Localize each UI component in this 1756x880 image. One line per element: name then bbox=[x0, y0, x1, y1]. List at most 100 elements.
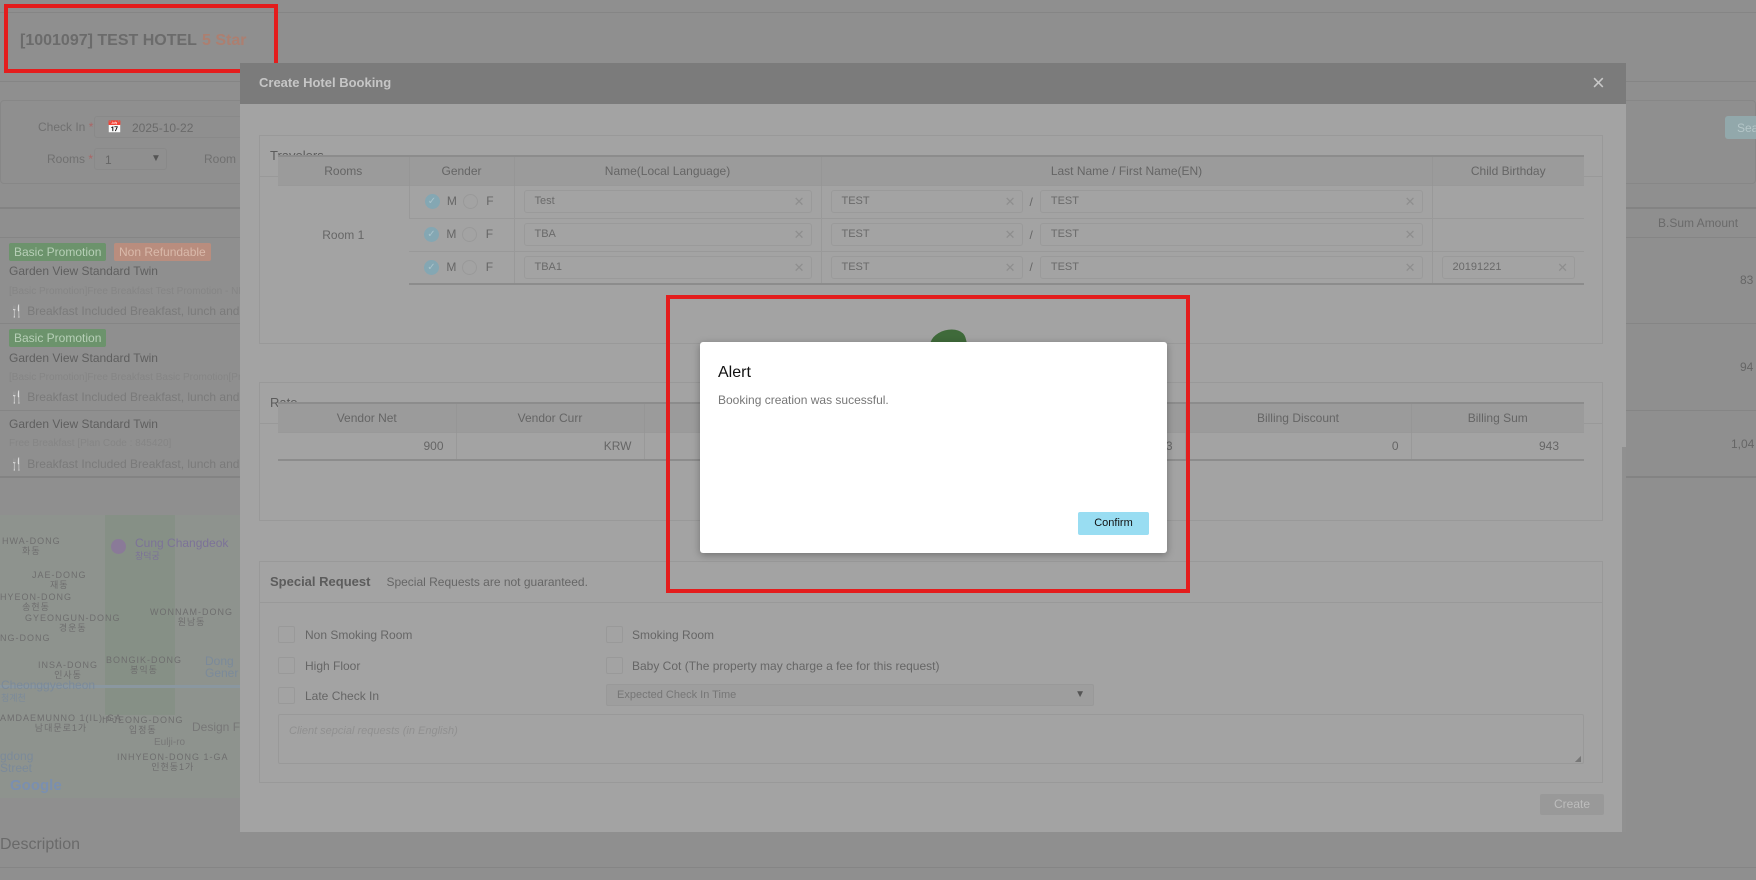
clear-icon[interactable]: ✕ bbox=[1405, 257, 1416, 278]
col-local-name: Name(Local Language) bbox=[513, 155, 821, 185]
bsum-amount: 83 bbox=[1740, 273, 1754, 287]
map-label: Cung Changdeok 창덕궁 bbox=[135, 536, 229, 561]
traveler-row: Room 1 ✓ M F Test ✕ TEST ✕ / TEST ✕ bbox=[278, 184, 1584, 284]
rooms-label: Rooms bbox=[47, 152, 86, 166]
gender-m-radio[interactable]: ✓ bbox=[424, 259, 439, 275]
meal-info: Breakfast Included Breakfast, lunch and … bbox=[27, 457, 259, 471]
name-separator: / bbox=[1029, 260, 1033, 275]
non-refundable-badge: Non Refundable bbox=[114, 243, 211, 261]
input-value: TEST bbox=[841, 195, 870, 207]
first-name-input[interactable]: TEST ✕ bbox=[1039, 190, 1423, 213]
gender-m-radio[interactable]: ✓ bbox=[424, 194, 440, 210]
modal-header: Create Hotel Booking × bbox=[240, 63, 1626, 104]
alert-title: Alert bbox=[718, 364, 751, 381]
input-value: TEST bbox=[1050, 260, 1079, 273]
search-button[interactable]: Sea bbox=[1725, 116, 1756, 139]
hotel-title: [1001097] TEST HOTEL bbox=[20, 32, 197, 49]
input-value: TBA bbox=[534, 228, 556, 240]
last-name-input[interactable]: TEST ✕ bbox=[830, 255, 1023, 279]
col-child-birthday: Child Birthday bbox=[1431, 155, 1584, 185]
label-late-checkin: Late Check In bbox=[305, 689, 380, 703]
checkbox-baby-cot[interactable] bbox=[606, 657, 623, 674]
rate-value: KRW bbox=[455, 431, 644, 461]
child-birthday-cell bbox=[1431, 217, 1584, 251]
google-logo: Google bbox=[10, 777, 62, 794]
create-button[interactable]: Create bbox=[1540, 794, 1604, 815]
clear-icon[interactable]: ✕ bbox=[794, 224, 805, 245]
bsum-header: B.Sum Amount bbox=[1658, 216, 1739, 230]
checkbox-late-checkin[interactable] bbox=[278, 687, 295, 704]
clear-icon[interactable]: ✕ bbox=[794, 191, 805, 212]
calendar-icon: 📅 bbox=[107, 120, 122, 134]
gender-f-label: F bbox=[485, 226, 494, 241]
input-value: Test bbox=[534, 195, 555, 207]
rooms-select[interactable]: 1 ▼ bbox=[94, 148, 167, 170]
rooms-value: 1 bbox=[105, 153, 112, 167]
map[interactable]: HWA-DONG 화동 Cung Changdeok 창덕궁 JAE-DONG 재동 … bbox=[0, 515, 240, 798]
special-request-heading: Special Request bbox=[270, 574, 371, 589]
gender-f-radio[interactable] bbox=[462, 194, 478, 210]
meal-info: Breakfast Included Breakfast, lunch and … bbox=[27, 304, 259, 318]
local-name-input[interactable]: Test ✕ bbox=[523, 190, 812, 213]
map-label: NG-DONG bbox=[0, 633, 51, 643]
clear-icon[interactable]: ✕ bbox=[1005, 224, 1016, 245]
chevron-down-icon: ▼ bbox=[151, 153, 161, 164]
gender-f-label: F bbox=[486, 193, 494, 208]
room-title: Garden View Standard Twin bbox=[9, 351, 158, 365]
clear-icon[interactable]: ✕ bbox=[1005, 191, 1016, 212]
checkbox-smoking[interactable] bbox=[606, 626, 623, 643]
resize-handle-icon[interactable]: ◢ bbox=[1575, 754, 1581, 763]
input-value: TEST bbox=[1050, 195, 1079, 207]
input-value: TEST bbox=[841, 260, 870, 273]
col-en-name: Last Name / First Name(EN) bbox=[820, 155, 1432, 185]
confirm-button[interactable]: Confirm bbox=[1078, 512, 1149, 535]
checkin-date-input[interactable]: 📅 2025-10-22 bbox=[94, 116, 254, 138]
rate-description: [Basic Promotion]Free Breakfast Basic Pr… bbox=[9, 372, 256, 383]
gender-f-label: F bbox=[485, 259, 494, 274]
clear-icon[interactable]: ✕ bbox=[1557, 257, 1568, 278]
promotion-badge: Basic Promotion bbox=[9, 329, 107, 347]
divider bbox=[0, 12, 1756, 13]
close-icon[interactable]: × bbox=[1592, 70, 1605, 96]
last-name-input[interactable]: TEST ✕ bbox=[830, 223, 1023, 246]
utensils-icon: 🍴 bbox=[9, 304, 24, 318]
checkbox-high-floor[interactable] bbox=[278, 657, 295, 674]
special-request-textarea[interactable]: Client sepcial requests (in English) ◢ bbox=[278, 714, 1584, 764]
special-request-note: Special Requests are not guaranteed. bbox=[386, 575, 588, 589]
map-label: WONNAM-DONG 원남동 bbox=[150, 607, 233, 627]
checkin-time-select[interactable]: Expected Check In Time ▼ bbox=[606, 684, 1094, 706]
utensils-icon: 🍴 bbox=[9, 457, 24, 471]
col-rooms: Rooms bbox=[278, 155, 409, 185]
local-name-input[interactable]: TBA1 ✕ bbox=[523, 255, 812, 279]
rate-col-header: Billing Sum bbox=[1410, 402, 1584, 432]
alert-dialog: Alert Booking creation was sucessful. Co… bbox=[700, 342, 1167, 553]
local-name-input[interactable]: TBA ✕ bbox=[523, 223, 812, 246]
clear-icon[interactable]: ✕ bbox=[794, 257, 805, 278]
label-baby-cot: Baby Cot (The property may charge a fee … bbox=[632, 659, 940, 673]
utensils-icon: 🍴 bbox=[9, 390, 24, 404]
checkin-value: 2025-10-22 bbox=[132, 121, 194, 135]
rate-col-header: Vendor Curr bbox=[455, 402, 644, 432]
traveler-row: ✓ M F TBA1 ✕ TEST ✕ / TEST ✕ 20191221 ✕ bbox=[278, 250, 1584, 285]
landmark-pin-icon bbox=[111, 539, 126, 554]
map-label: INSA-DONG 인사동 bbox=[38, 660, 99, 680]
clear-icon[interactable]: ✕ bbox=[1005, 257, 1016, 278]
first-name-input[interactable]: TEST ✕ bbox=[1039, 223, 1423, 246]
rate-description: [Basic Promotion]Free Breakfast Test Pro… bbox=[9, 286, 255, 297]
clear-icon[interactable]: ✕ bbox=[1405, 191, 1416, 212]
checkbox-non-smoking[interactable] bbox=[278, 626, 295, 643]
scrollbar-thumb[interactable] bbox=[1622, 447, 1626, 832]
rate-value: 0 bbox=[1184, 431, 1411, 461]
bsum-amount: 94 bbox=[1740, 360, 1754, 374]
first-name-input[interactable]: TEST ✕ bbox=[1039, 255, 1423, 279]
map-label: Design F bbox=[192, 720, 240, 734]
map-label: Dong Gener bbox=[205, 654, 239, 680]
clear-icon[interactable]: ✕ bbox=[1405, 224, 1416, 245]
child-birthday-input[interactable]: 20191221 ✕ bbox=[1441, 255, 1575, 279]
gender-f-radio[interactable] bbox=[462, 259, 478, 275]
gender-m-label: M bbox=[446, 193, 457, 208]
gender-m-radio[interactable]: ✓ bbox=[424, 227, 439, 243]
last-name-input[interactable]: TEST ✕ bbox=[830, 190, 1023, 213]
input-value: TBA1 bbox=[534, 260, 563, 273]
gender-f-radio[interactable] bbox=[462, 227, 478, 243]
